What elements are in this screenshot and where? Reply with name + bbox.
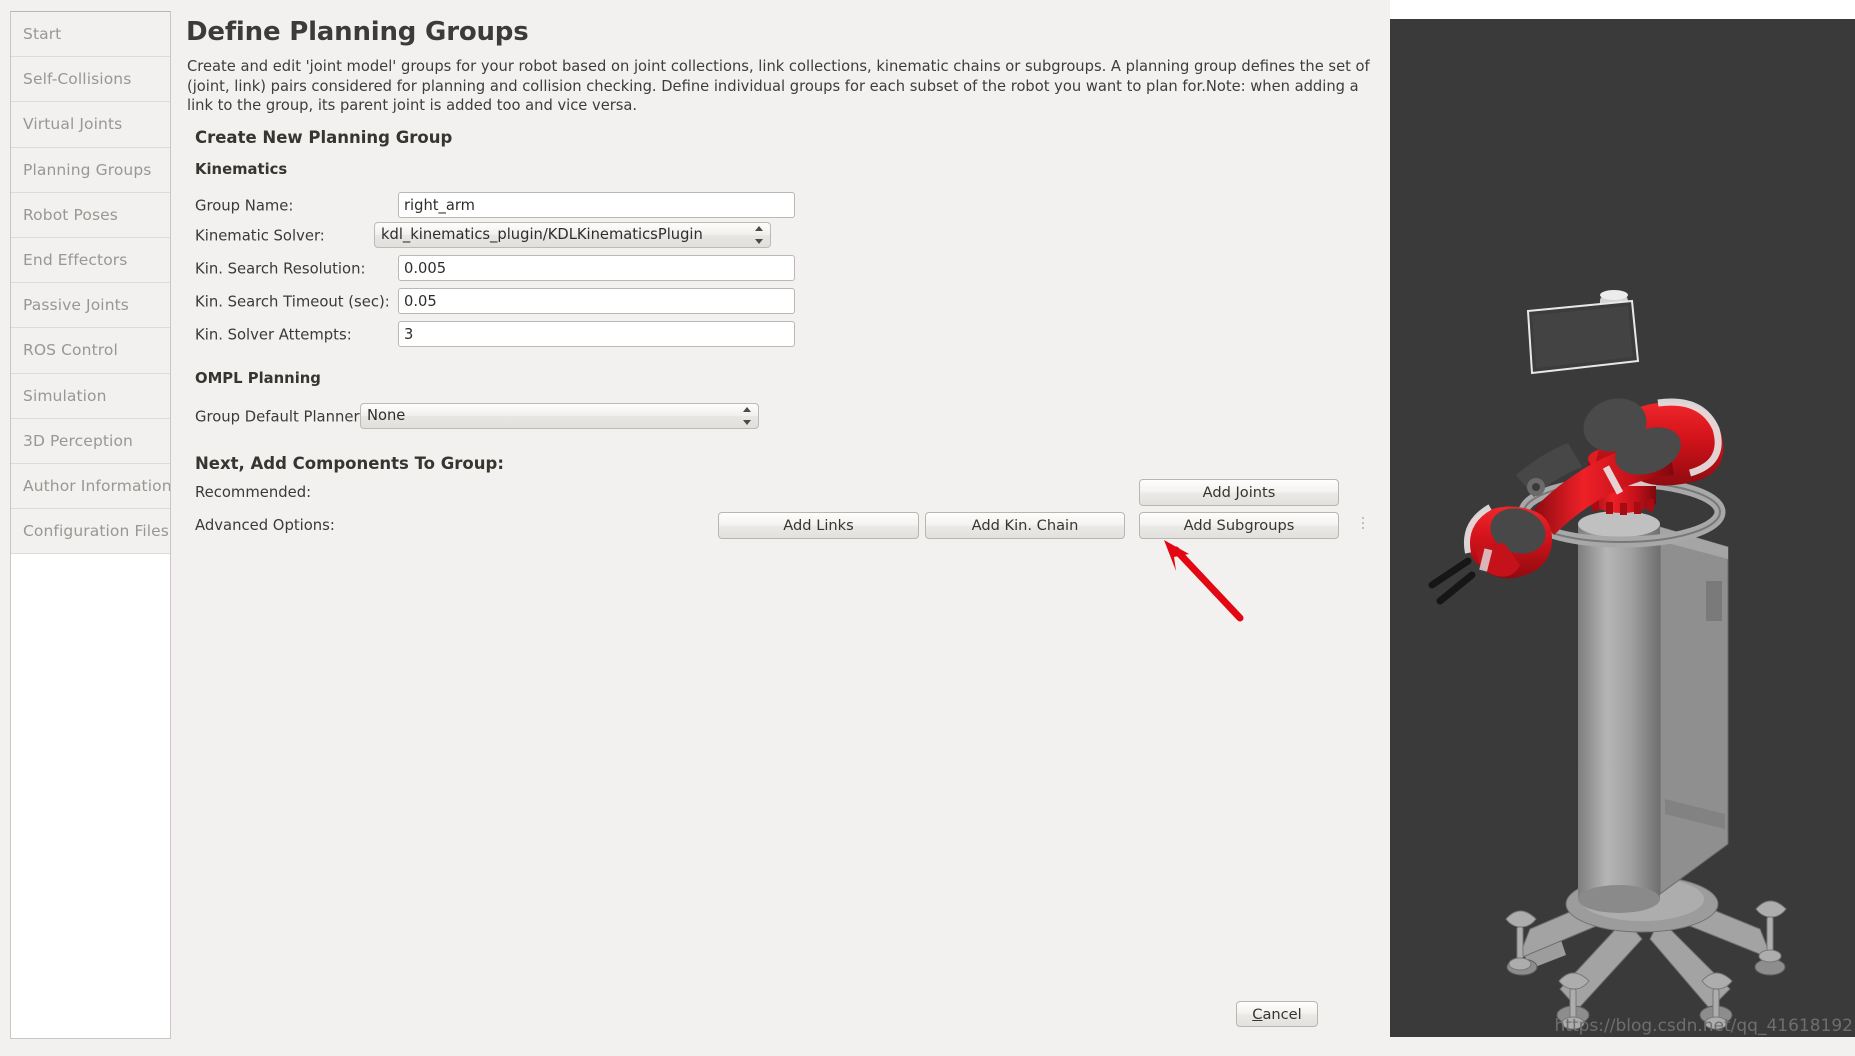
cancel-button[interactable]: Cancel: [1236, 1001, 1318, 1027]
kinematic-solver-value: kdl_kinematics_plugin/KDLKinematicsPlugi…: [381, 226, 703, 243]
sidebar-item-label: Start: [23, 25, 62, 44]
sidebar-item-configuration-files[interactable]: Configuration Files: [11, 509, 170, 555]
watermark-text: https://blog.csdn.net/qq_41618192: [1555, 1016, 1853, 1036]
solver-attempts-input[interactable]: [398, 321, 795, 347]
sidebar-item-label: End Effectors: [23, 251, 128, 270]
page-description: Create and edit 'joint model' groups for…: [187, 58, 1370, 115]
sidebar-empty-area: [11, 554, 170, 1038]
sidebar-item-label: Self-Collisions: [23, 70, 132, 89]
sidebar-item-label: Author Information: [23, 476, 171, 495]
sidebar-item-3d-perception[interactable]: 3D Perception: [11, 418, 170, 464]
add-joints-button[interactable]: Add Joints: [1139, 479, 1339, 506]
navigation-sidebar: Start Self-Collisions Virtual Joints Pla…: [10, 11, 171, 1039]
bottom-spacer: [0, 1039, 1390, 1056]
sidebar-item-virtual-joints[interactable]: Virtual Joints: [11, 102, 170, 148]
splitter-grip-handle[interactable]: [1361, 517, 1365, 529]
sidebar-item-label: Configuration Files: [23, 522, 169, 541]
group-name-label: Group Name:: [195, 197, 294, 214]
page-title: Define Planning Groups: [186, 17, 529, 47]
group-name-input[interactable]: [398, 192, 795, 218]
sidebar-item-label: Simulation: [23, 386, 107, 405]
search-timeout-input[interactable]: [398, 288, 795, 314]
solver-attempts-row: Kin. Solver Attempts:: [195, 321, 895, 348]
moveit-setup-assistant-window: Start Self-Collisions Virtual Joints Pla…: [0, 0, 1855, 1056]
chevron-updown-icon: [742, 407, 751, 425]
group-name-row: Group Name:: [195, 192, 895, 219]
kinematics-subheading: Kinematics: [195, 161, 288, 178]
search-resolution-label: Kin. Search Resolution:: [195, 260, 366, 277]
main-content-panel: Define Planning Groups Create and edit '…: [171, 0, 1390, 1056]
rviz-3d-viewport[interactable]: https://blog.csdn.net/qq_41618192: [1390, 19, 1855, 1037]
sidebar-item-ros-control[interactable]: ROS Control: [11, 328, 170, 374]
sidebar-item-start[interactable]: Start: [11, 12, 170, 58]
group-default-planner-value: None: [367, 407, 406, 424]
top-right-spacer: [1390, 0, 1855, 19]
add-components-heading: Next, Add Components To Group:: [195, 454, 504, 473]
sidebar-item-label: Planning Groups: [23, 160, 152, 179]
annotation-arrow-icon: [1164, 540, 1244, 622]
sidebar-item-self-collisions[interactable]: Self-Collisions: [11, 57, 170, 103]
add-kin-chain-button[interactable]: Add Kin. Chain: [925, 512, 1125, 539]
advanced-options-label: Advanced Options:: [195, 517, 335, 534]
sidebar-item-label: 3D Perception: [23, 431, 133, 450]
add-links-button[interactable]: Add Links: [718, 512, 919, 539]
sidebar-item-planning-groups[interactable]: Planning Groups: [11, 147, 170, 193]
ompl-planning-subheading: OMPL Planning: [195, 370, 321, 387]
sidebar-item-label: ROS Control: [23, 341, 118, 360]
search-timeout-row: Kin. Search Timeout (sec):: [195, 288, 895, 315]
sidebar-item-label: Passive Joints: [23, 296, 129, 315]
sidebar-item-robot-poses[interactable]: Robot Poses: [11, 192, 170, 238]
cancel-button-mnemonic: C: [1252, 1005, 1263, 1023]
search-timeout-label: Kin. Search Timeout (sec):: [195, 293, 390, 310]
sidebar-item-passive-joints[interactable]: Passive Joints: [11, 283, 170, 329]
sidebar-item-simulation[interactable]: Simulation: [11, 373, 170, 419]
robot-model-render: https://blog.csdn.net/qq_41618192: [1390, 19, 1855, 1037]
kinematic-solver-dropdown[interactable]: kdl_kinematics_plugin/KDLKinematicsPlugi…: [374, 222, 771, 248]
robot-controller-box: [1659, 526, 1729, 895]
sidebar-item-end-effectors[interactable]: End Effectors: [11, 237, 170, 284]
sidebar-item-label: Robot Poses: [23, 205, 118, 224]
solver-attempts-label: Kin. Solver Attempts:: [195, 326, 352, 343]
recommended-label: Recommended:: [195, 484, 312, 501]
search-resolution-input[interactable]: [398, 255, 795, 281]
sidebar-item-author-information[interactable]: Author Information: [11, 463, 171, 510]
chevron-updown-icon: [754, 226, 763, 244]
default-planner-label: Group Default Planner:: [195, 408, 365, 425]
cancel-button-label: ancel: [1262, 1005, 1302, 1023]
search-resolution-row: Kin. Search Resolution:: [195, 255, 895, 282]
kinematic-solver-label: Kinematic Solver:: [195, 227, 325, 244]
create-new-planning-group-heading: Create New Planning Group: [195, 128, 453, 147]
sidebar-item-label: Virtual Joints: [23, 115, 123, 134]
robot-pedestal: [1578, 511, 1660, 913]
add-subgroups-button[interactable]: Add Subgroups: [1139, 512, 1339, 539]
group-default-planner-dropdown[interactable]: None: [360, 403, 759, 429]
